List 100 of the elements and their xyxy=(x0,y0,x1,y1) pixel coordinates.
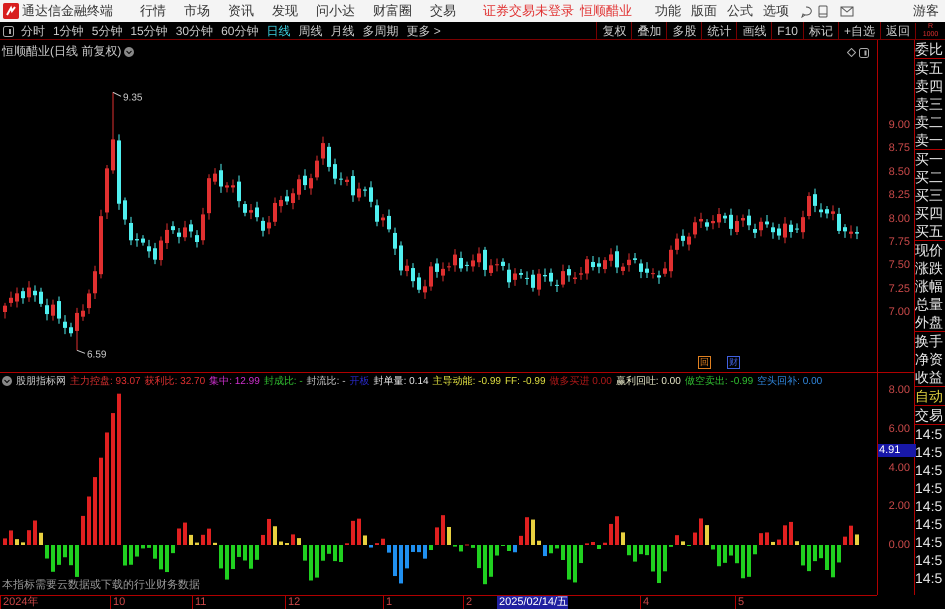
period-tab[interactable]: 更多 > xyxy=(402,22,445,40)
toolbar-button[interactable]: 多股 xyxy=(666,22,702,40)
low-price-label: 6.59 xyxy=(87,349,106,360)
quote-field-label: 净资 xyxy=(915,350,944,368)
indicator-stat: 集中: 12.99 xyxy=(209,374,260,389)
menu-item[interactable]: 选项 xyxy=(758,1,794,21)
period-tab[interactable]: 5分钟 xyxy=(88,22,126,40)
quote-field-label: 买三 xyxy=(915,186,944,204)
trade-time: 14:5 xyxy=(915,425,944,443)
indicator-stat: 赢利回吐: 0.00 xyxy=(616,374,681,389)
cursor-value-label: 4.91 xyxy=(878,444,916,457)
menu-item[interactable]: 问小达 xyxy=(307,1,364,21)
toolbar-button[interactable]: F10 xyxy=(771,22,803,40)
date-label: 4 xyxy=(640,596,650,609)
indicator-stat: 封单量: 0.14 xyxy=(374,374,429,389)
axis-label: 8.50 xyxy=(888,166,910,178)
date-label: 11 xyxy=(192,596,206,609)
quote-field-label: 总量 xyxy=(915,295,944,313)
date-label: 2 xyxy=(463,596,472,609)
event-marker[interactable]: 财 xyxy=(727,356,740,369)
menu-item[interactable]: 版面 xyxy=(686,1,722,21)
axis-label: 8.00 xyxy=(888,384,910,396)
date-label: 1 xyxy=(383,596,392,609)
toolbar-button[interactable]: +自选 xyxy=(838,22,880,40)
axis-label: 0.00 xyxy=(888,539,910,551)
period-tab[interactable]: 15分钟 xyxy=(126,22,172,40)
date-label: 2024年 xyxy=(0,596,38,609)
quote-field-label: 卖五 xyxy=(915,59,944,77)
period-tab[interactable]: 多周期 xyxy=(358,22,402,40)
indicator-stat: 空头回补: 0.00 xyxy=(757,374,822,389)
menu-item[interactable]: 资讯 xyxy=(219,1,263,21)
toolbar-button[interactable]: 画线 xyxy=(736,22,772,40)
trade-time: 14:5 xyxy=(915,569,944,587)
indicator-stat: FF: -0.99 xyxy=(504,375,546,389)
quote-field-label: 涨跌 xyxy=(915,259,944,277)
quote-field-label: 收益 xyxy=(915,368,944,386)
login-status: 证券交易未登录 xyxy=(483,2,574,20)
dropdown-icon[interactable] xyxy=(2,374,12,389)
quote-field-label: 换手 xyxy=(915,332,944,350)
toolbar-button[interactable]: 叠加 xyxy=(631,22,666,40)
menu-item[interactable]: 功能 xyxy=(650,1,686,21)
quote-field-label: 买四 xyxy=(915,204,944,222)
period-tab[interactable]: 月线 xyxy=(326,22,358,40)
indicator-stat: 获利比: 32.70 xyxy=(144,374,206,389)
quote-field-label: 卖三 xyxy=(915,95,944,113)
trade-time: 14:5 xyxy=(915,533,944,551)
trade-time: 14:5 xyxy=(915,479,944,497)
indicator-stat: 做空卖出: -0.99 xyxy=(684,374,754,389)
quote-field-label: 卖四 xyxy=(915,77,944,95)
axis-label: 7.50 xyxy=(888,259,910,272)
axis-label: 9.00 xyxy=(888,119,910,131)
toolbar-button[interactable]: 统计 xyxy=(701,22,736,40)
app-title: 通达信金融终端 xyxy=(22,2,113,20)
indicator-stat: 开板 xyxy=(350,374,370,389)
axis-label: 8.00 xyxy=(888,212,910,225)
toolbar-button[interactable]: 返回 xyxy=(880,22,915,40)
menu-item[interactable]: 公式 xyxy=(722,1,758,21)
menu-item[interactable]: 行情 xyxy=(131,1,175,21)
date-label: 2025/02/14/五 xyxy=(497,596,568,609)
indicator-note: 本指标需要云数据或下载的行业财务数据 xyxy=(2,578,200,592)
menu-item[interactable]: 财富圈 xyxy=(364,1,421,21)
trade-label: 交易 xyxy=(915,406,945,425)
menu-item[interactable]: 发现 xyxy=(263,1,307,21)
trade-time: 14:5 xyxy=(915,461,944,479)
menu-item[interactable]: 交易 xyxy=(421,1,465,21)
axis-label: 7.00 xyxy=(888,306,910,318)
indicator-stat: 封成比: - xyxy=(264,374,303,389)
menu-item[interactable]: 市场 xyxy=(175,1,219,21)
axis-label: 4.00 xyxy=(888,462,910,474)
date-label: 10 xyxy=(110,596,126,609)
quote-field-label: 卖一 xyxy=(915,131,944,149)
period-tab[interactable]: 30分钟 xyxy=(172,22,218,40)
period-tab[interactable]: 分时 xyxy=(17,22,49,40)
quote-field-label: 现价 xyxy=(915,241,944,259)
period-tab[interactable]: 日线 xyxy=(262,22,294,40)
mode-label: 自动 xyxy=(915,387,945,406)
quote-field-label: 卖二 xyxy=(915,113,944,131)
quote-field-label: 涨幅 xyxy=(915,277,944,295)
axis-label: 8.75 xyxy=(888,142,910,154)
trade-time: 14:5 xyxy=(915,551,944,569)
chart-title: 恒顺醋业(日线 前复权) xyxy=(2,43,122,60)
logo-icon xyxy=(3,3,19,19)
user-name[interactable]: 游客 xyxy=(913,1,939,21)
axis-label: 8.25 xyxy=(888,189,910,202)
axis-label: 7.75 xyxy=(888,236,910,248)
axis-label: 7.25 xyxy=(888,282,910,295)
trade-time: 14:5 xyxy=(915,497,944,515)
event-marker[interactable]: 回 xyxy=(698,356,711,369)
toolbar-button[interactable]: 复权 xyxy=(596,22,632,40)
date-label: 5 xyxy=(735,596,744,609)
period-tab[interactable]: 60分钟 xyxy=(217,22,262,40)
indicator-name: 股朋指标网 xyxy=(16,374,66,389)
high-price-label: 9.35 xyxy=(123,92,142,104)
toolbar-button[interactable]: 标记 xyxy=(802,22,838,40)
indicator-stat: 主导动能: -0.99 xyxy=(432,374,501,389)
period-tab[interactable]: 周线 xyxy=(294,22,326,40)
quote-field-label: 委比 xyxy=(915,40,944,58)
indicator-stat: 主力控盘: 93.07 xyxy=(70,374,141,389)
axis-label: 6.00 xyxy=(888,422,910,435)
period-tab[interactable]: 1分钟 xyxy=(49,22,88,40)
